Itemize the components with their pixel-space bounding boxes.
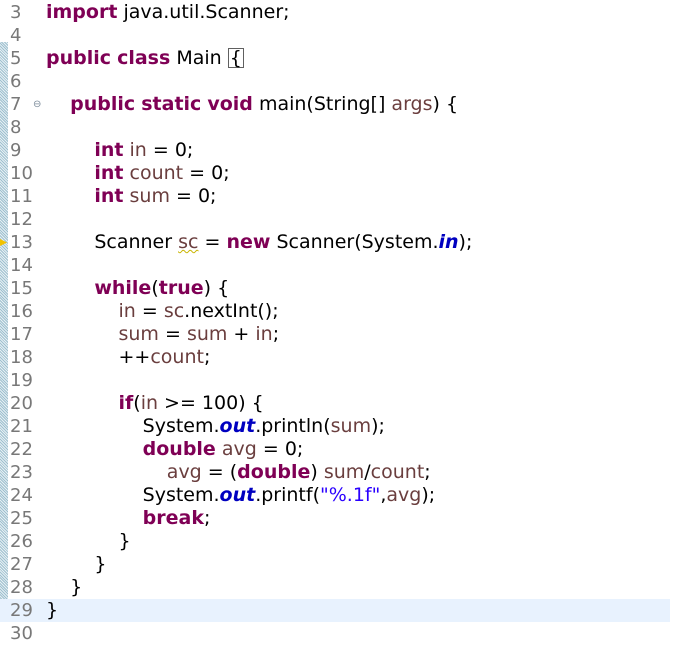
code-line-30[interactable]: 30 xyxy=(0,622,670,645)
code-text[interactable]: } xyxy=(46,599,58,622)
line-number: 24 xyxy=(10,485,33,506)
collapse-minus-icon[interactable]: ⊖ xyxy=(33,93,41,116)
line-number: 22 xyxy=(10,439,33,460)
code-line-9[interactable]: 9 int in = 0; xyxy=(0,139,670,162)
code-line-28[interactable]: 28 } xyxy=(0,576,670,599)
code-text[interactable]: } xyxy=(46,553,106,576)
line-number: 9 xyxy=(10,140,22,161)
code-text[interactable]: int in = 0; xyxy=(46,139,193,162)
code-line-17[interactable]: 17 sum = sum + in; xyxy=(0,323,670,346)
code-text[interactable]: double avg = 0; xyxy=(46,438,304,461)
code-line-14[interactable]: 14 xyxy=(0,254,670,277)
line-number: 29 xyxy=(10,600,33,621)
code-text[interactable]: ++count; xyxy=(46,346,210,369)
line-number: 21 xyxy=(10,416,33,437)
line-number: 10 xyxy=(10,163,33,184)
code-text[interactable]: in = sc.nextInt(); xyxy=(46,300,278,323)
line-number: 28 xyxy=(10,577,33,598)
code-line-6[interactable]: 6 xyxy=(0,70,670,93)
line-number: 26 xyxy=(10,531,33,552)
code-line-26[interactable]: 26 } xyxy=(0,530,670,553)
line-number: 7 xyxy=(10,94,22,115)
code-text[interactable]: while(true) { xyxy=(46,277,229,300)
line-number: 14 xyxy=(10,255,33,276)
line-number: 30 xyxy=(10,623,33,644)
code-line-15[interactable]: 15 while(true) { xyxy=(0,277,670,300)
line-number: 27 xyxy=(10,554,33,575)
code-text[interactable]: System.out.println(sum); xyxy=(46,415,385,438)
code-line-20[interactable]: 20 if(in >= 100) { xyxy=(0,392,670,415)
code-text[interactable]: System.out.printf("%.1f",avg); xyxy=(46,484,436,507)
code-line-3[interactable]: 3 import java.util.Scanner; xyxy=(0,1,670,24)
code-line-13[interactable]: 13 Scanner sc = new Scanner(System.in); xyxy=(0,231,670,254)
code-text[interactable]: int count = 0; xyxy=(46,162,229,185)
code-line-10[interactable]: 10 int count = 0; xyxy=(0,162,670,185)
code-text[interactable]: Scanner sc = new Scanner(System.in); xyxy=(46,231,472,254)
code-text[interactable]: public static void main(String[] args) { xyxy=(46,93,458,116)
code-line-4[interactable]: 4 xyxy=(0,24,670,47)
code-line-7[interactable]: 7 ⊖ public static void main(String[] args… xyxy=(0,93,670,116)
code-text[interactable]: if(in >= 100) { xyxy=(46,392,263,415)
line-number: 17 xyxy=(10,324,33,345)
line-number: 18 xyxy=(10,347,33,368)
code-line-12[interactable]: 12 xyxy=(0,208,670,231)
line-number: 16 xyxy=(10,301,33,322)
code-text[interactable]: } xyxy=(46,576,82,599)
code-line-16[interactable]: 16 in = sc.nextInt(); xyxy=(0,300,670,323)
line-number: 3 xyxy=(10,2,22,23)
code-text[interactable]: import java.util.Scanner; xyxy=(46,1,290,24)
line-number: 15 xyxy=(10,278,33,299)
code-line-27[interactable]: 27 } xyxy=(0,553,670,576)
code-line-29[interactable]: 29} xyxy=(0,599,670,622)
line-number: 23 xyxy=(10,462,33,483)
code-line-21[interactable]: 21 System.out.println(sum); xyxy=(0,415,670,438)
line-number: 4 xyxy=(10,25,22,46)
code-line-8[interactable]: 8 xyxy=(0,116,670,139)
line-number: 8 xyxy=(10,117,22,138)
line-number: 6 xyxy=(10,71,22,92)
code-line-22[interactable]: 22 double avg = 0; xyxy=(0,438,670,461)
code-line-25[interactable]: 25 break; xyxy=(0,507,670,530)
code-text[interactable]: } xyxy=(46,530,130,553)
code-line-19[interactable]: 19 xyxy=(0,369,670,392)
line-number: 20 xyxy=(10,393,33,414)
code-line-24[interactable]: 24 System.out.printf("%.1f",avg); xyxy=(0,484,670,507)
line-number: 12 xyxy=(10,209,33,230)
line-number: 25 xyxy=(10,508,33,529)
code-text[interactable]: break; xyxy=(46,507,211,530)
line-number: 13 xyxy=(10,232,33,253)
code-line-5[interactable]: 5 public class Main { xyxy=(0,47,670,70)
warning-marker-icon[interactable] xyxy=(0,239,7,246)
code-editor[interactable]: 3 import java.util.Scanner; 4 5 public class… xyxy=(0,0,678,665)
code-text[interactable]: sum = sum + in; xyxy=(46,323,279,346)
line-number: 5 xyxy=(10,48,22,69)
code-text[interactable]: public class Main { xyxy=(46,47,244,70)
code-line-18[interactable]: 18 ++count; xyxy=(0,346,670,369)
code-line-23[interactable]: 23 avg = (double) sum/count; xyxy=(0,461,670,484)
code-text[interactable]: avg = (double) sum/count; xyxy=(46,461,431,484)
line-number: 19 xyxy=(10,370,33,391)
code-text[interactable]: int sum = 0; xyxy=(46,185,216,208)
code-line-11[interactable]: 11 int sum = 0; xyxy=(0,185,670,208)
line-number: 11 xyxy=(10,186,33,207)
